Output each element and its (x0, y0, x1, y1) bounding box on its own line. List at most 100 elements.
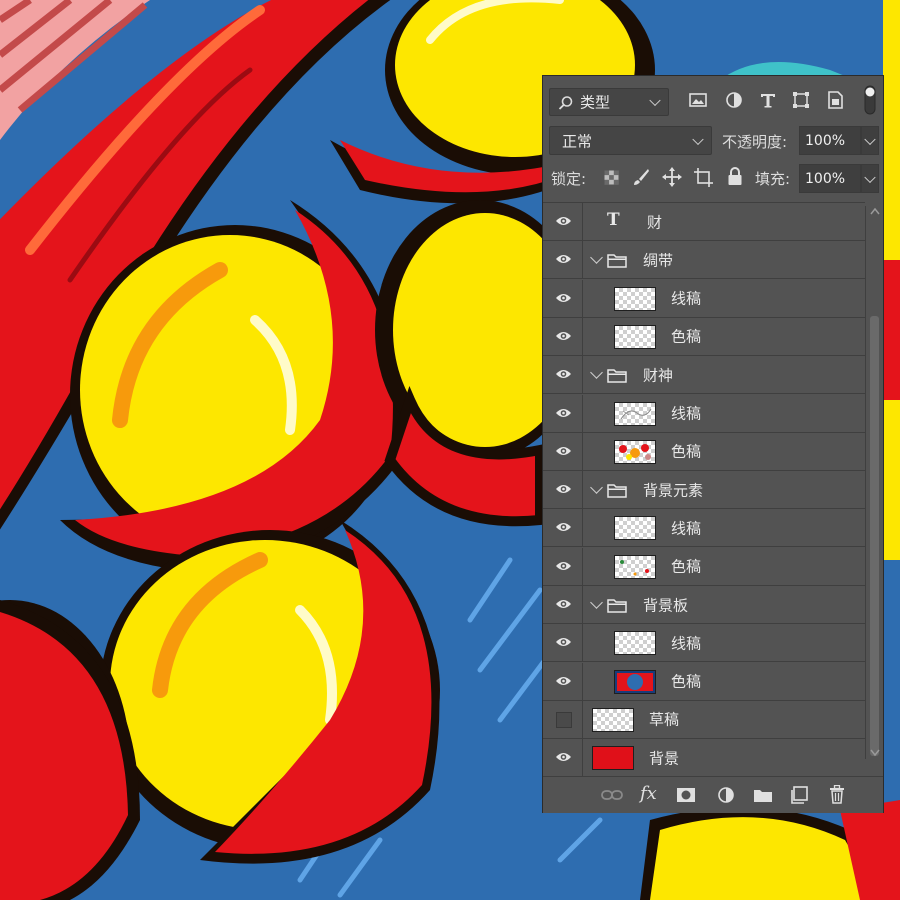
scroll-up-icon[interactable] (869, 206, 881, 216)
type-filter-icon[interactable] (759, 91, 777, 109)
visibility-toggle[interactable] (543, 317, 583, 355)
new-layer-icon[interactable] (791, 786, 809, 804)
layer-name: 线稿 (671, 404, 702, 423)
link-layers-icon[interactable] (601, 788, 623, 802)
layer-row[interactable]: 线稿 (543, 394, 865, 433)
layer-name: 线稿 (671, 289, 702, 308)
visibility-toggle[interactable] (543, 241, 583, 279)
eye-icon (556, 600, 571, 608)
opacity-label: 不透明度: (722, 133, 788, 151)
filter-toggle-icon[interactable] (864, 85, 876, 115)
eye-icon (556, 446, 571, 455)
folder-icon (607, 484, 627, 498)
visibility-toggle[interactable] (543, 547, 583, 585)
adjustment-filter-icon[interactable] (725, 91, 743, 109)
scroll-down-icon[interactable] (869, 748, 881, 758)
eye-icon (556, 408, 571, 417)
layer-row[interactable]: 色稿 (543, 547, 865, 586)
layer-thumbnail (614, 516, 656, 541)
layer-row[interactable]: 线稿 (543, 624, 865, 663)
layer-name: 线稿 (671, 634, 702, 653)
lock-transparent-icon[interactable] (604, 170, 619, 185)
visibility-toggle[interactable] (543, 279, 583, 317)
opacity-input[interactable]: 100% (799, 126, 861, 155)
layer-row[interactable]: 色稿 (543, 662, 865, 701)
layer-name: 色稿 (671, 672, 702, 691)
chevron-down-icon[interactable] (590, 596, 603, 609)
lock-position-icon[interactable] (662, 167, 682, 187)
visibility-toggle[interactable] (543, 432, 583, 470)
visibility-toggle[interactable] (543, 662, 583, 700)
visibility-toggle[interactable] (543, 471, 583, 509)
chevron-down-icon (649, 94, 661, 107)
layer-group-row[interactable]: 背景板 (543, 586, 865, 624)
layer-name: 线稿 (671, 519, 702, 538)
layers-bottom-toolbar: fx (543, 776, 883, 813)
shape-filter-icon[interactable] (792, 91, 810, 109)
chevron-down-icon[interactable] (590, 251, 603, 265)
eye-icon (556, 485, 571, 494)
visibility-toggle[interactable] (543, 739, 583, 777)
layer-name: 背景元素 (643, 481, 704, 500)
layer-row[interactable]: 线稿 (543, 279, 865, 318)
visibility-toggle[interactable] (543, 624, 583, 662)
visibility-toggle[interactable] (543, 509, 583, 547)
image-filter-icon[interactable] (689, 92, 707, 108)
visibility-toggle[interactable] (543, 356, 583, 394)
lock-artboard-icon[interactable] (694, 168, 713, 187)
visibility-toggle[interactable] (543, 394, 583, 432)
chevron-down-icon (692, 133, 704, 145)
eye-icon (556, 217, 571, 225)
fx-icon[interactable]: fx (640, 783, 657, 804)
eye-icon (556, 370, 571, 379)
lock-image-icon[interactable] (632, 168, 650, 186)
layer-name: 背景 (649, 749, 680, 768)
layer-group-row[interactable]: 背景元素 (543, 471, 865, 510)
layer-row[interactable]: T财 (543, 203, 865, 241)
opacity-dropdown[interactable] (861, 126, 879, 155)
eye-icon (556, 676, 571, 685)
layer-thumbnail (614, 401, 656, 426)
layer-row[interactable]: 色稿 (543, 432, 865, 471)
layer-name: 色稿 (671, 557, 702, 576)
lock-row: 锁定: 填充: 100% (543, 164, 883, 202)
chevron-down-icon[interactable] (590, 481, 603, 494)
blend-mode-dropdown[interactable]: 正常 (549, 126, 712, 155)
adjustment-layer-icon[interactable] (717, 786, 735, 804)
layer-row[interactable]: 背景 (543, 739, 865, 778)
add-mask-icon[interactable] (676, 787, 696, 803)
visibility-toggle[interactable] (543, 203, 583, 240)
smart-object-filter-icon[interactable] (826, 91, 844, 109)
folder-icon (607, 599, 627, 613)
layer-thumbnail (614, 439, 656, 464)
fill-input[interactable]: 100% (799, 164, 861, 193)
layer-group-row[interactable]: 财神 (543, 356, 865, 395)
filter-kind-dropdown[interactable]: 类型 (549, 88, 669, 116)
new-group-icon[interactable] (753, 787, 773, 803)
layer-group-row[interactable]: 绸带 (543, 241, 865, 280)
layer-row[interactable]: 色稿 (543, 317, 865, 356)
visibility-toggle[interactable] (543, 586, 583, 623)
delete-layer-icon[interactable] (829, 785, 845, 804)
lock-all-icon[interactable] (727, 167, 743, 186)
chevron-down-icon (864, 171, 876, 183)
layer-name: 绸带 (643, 251, 674, 270)
visibility-toggle[interactable] (543, 700, 583, 738)
figure-thumbnail-icon (619, 443, 651, 460)
layer-thumbnail (614, 324, 656, 349)
layer-list: T 财绸带 线稿 色稿 财神 线稿 色稿 背景元素 线稿 色稿 背景板 线稿 色稿 草稿 背景 (543, 202, 865, 778)
scrollbar-thumb[interactable] (870, 316, 879, 756)
layer-row[interactable]: 线稿 (543, 509, 865, 548)
layers-scrollbar[interactable] (865, 206, 883, 759)
fill-dropdown[interactable] (861, 164, 879, 193)
layer-thumbnail (614, 669, 656, 694)
eye-icon (556, 523, 571, 532)
fill-value: 100% (805, 170, 846, 187)
layer-thumbnail (614, 631, 656, 656)
folder-icon (607, 254, 627, 269)
eye-icon (556, 293, 571, 302)
eye-icon (556, 561, 571, 570)
chevron-down-icon[interactable] (590, 366, 603, 380)
layer-row[interactable]: 草稿 (543, 700, 865, 739)
dots-thumbnail-icon (620, 559, 649, 576)
